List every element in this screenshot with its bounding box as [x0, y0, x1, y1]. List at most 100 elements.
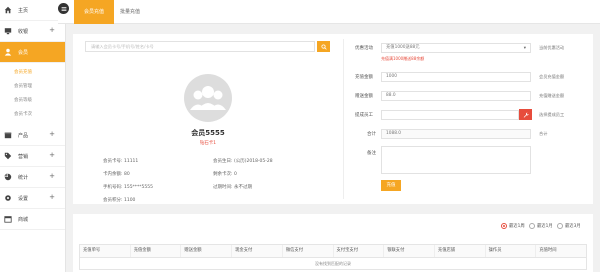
wrench-icon: [523, 112, 529, 118]
user-group-icon: [190, 86, 226, 110]
remark-textarea[interactable]: [381, 146, 531, 174]
tag-icon: [4, 152, 12, 160]
gift-input[interactable]: 88.0: [381, 91, 531, 101]
promo-note: 充值满1000赠送88余额: [381, 56, 425, 61]
plus-icon: +: [49, 151, 55, 159]
filter-last-week[interactable]: 最近1周: [501, 223, 525, 229]
nav-cashier[interactable]: 收银 +: [0, 21, 65, 42]
col-unionpay[interactable]: 银联支付: [384, 245, 435, 257]
sidebar: 主页 收银 + 会员 会员充值 会员管理 会员等级 会员卡次 产品 + 营销 +: [0, 0, 66, 272]
phone-value: 155****5555: [123, 185, 154, 190]
store-icon: [4, 215, 12, 223]
phone-info: 手机号码: 155****5555: [103, 184, 153, 190]
points-value: 1100: [123, 198, 136, 203]
birthday-info: 会员生日: (公历)2018-05-28: [213, 158, 273, 164]
history-table-header: 充值单号 充值金额 赠送金额 现金支付 微信支付 支付宝支付 银联支付 充值店铺…: [79, 244, 587, 258]
search-icon: [320, 43, 327, 50]
recharge-submit-button[interactable]: 充值: [381, 180, 401, 191]
total-value: 1088.0: [381, 129, 531, 139]
amount-hint: 会员充值金额: [539, 74, 565, 79]
points-label: 会员积分:: [103, 198, 123, 203]
home-icon: [4, 6, 12, 14]
search-button[interactable]: [317, 41, 330, 52]
tab-bar: 会员充值 批量充值: [58, 0, 600, 24]
nav-marketing-label: 营销: [18, 153, 29, 160]
filter-last-3-months[interactable]: 最近3月: [557, 223, 581, 229]
submenu-member-count[interactable]: 会员卡次: [0, 108, 65, 122]
filter-last-week-label: 最近1周: [509, 224, 525, 229]
member-search-input[interactable]: 请输入会员卡号/手机号/姓名/卡号: [85, 41, 315, 52]
table-empty-message: 没有找到匹配的记录: [79, 258, 587, 270]
nav-mall[interactable]: 商城: [0, 209, 65, 230]
hamburger-icon: [61, 6, 66, 11]
staff-input[interactable]: [381, 110, 519, 120]
col-order-no[interactable]: 充值单号: [80, 245, 131, 257]
col-alipay[interactable]: 支付宝支付: [334, 245, 385, 257]
menu-toggle-button[interactable]: [58, 3, 69, 14]
gift-hint: 充值赠送金额: [539, 93, 565, 98]
gear-icon: [4, 194, 12, 202]
radio-icon: [557, 223, 563, 229]
count-info: 剩余卡次: 0: [213, 171, 237, 177]
nav-home-label: 主页: [18, 7, 29, 14]
select-staff-button[interactable]: [519, 109, 532, 120]
nav-product-label: 产品: [18, 132, 29, 139]
monitor-icon: [4, 27, 12, 35]
plus-icon: +: [49, 130, 55, 138]
nav-member[interactable]: 会员: [0, 42, 65, 63]
col-gift[interactable]: 赠送金额: [181, 245, 233, 257]
total-label: 合计: [367, 132, 376, 137]
submenu-member-recharge[interactable]: 会员充值: [0, 66, 65, 80]
plus-icon: +: [49, 193, 55, 201]
member-submenu: 会员充值 会员管理 会员等级 会员卡次: [0, 63, 65, 125]
col-time[interactable]: 充值时间: [536, 245, 586, 257]
card-no-value: 11111: [123, 159, 139, 164]
radio-checked-icon: [501, 223, 507, 229]
filter-last-3-months-label: 最近3月: [565, 224, 581, 229]
amount-input[interactable]: 1000: [381, 72, 531, 82]
col-cash[interactable]: 现金支付: [232, 245, 283, 257]
box-icon: [4, 131, 12, 139]
recharge-panel: 请输入会员卡号/手机号/姓名/卡号 会员5555 钻石卡1 会员卡号: 1111…: [73, 34, 593, 204]
amount-label: 充值金额: [355, 75, 373, 80]
promo-hint: 当前优惠活动: [539, 45, 565, 50]
birthday-label: 会员生日:: [213, 159, 233, 164]
nav-mall-label: 商城: [18, 216, 29, 223]
remark-label: 备注: [367, 151, 376, 156]
member-level: 钻石卡1: [199, 141, 217, 146]
nav-member-label: 会员: [18, 49, 29, 56]
promo-select[interactable]: 充值1000送88元 ▾: [381, 43, 531, 53]
tab-member-recharge[interactable]: 会员充值: [74, 0, 115, 24]
nav-settings[interactable]: 设置 +: [0, 188, 65, 209]
nav-marketing[interactable]: 营销 +: [0, 146, 65, 167]
balance-value: 80: [123, 172, 130, 177]
submenu-member-manage[interactable]: 会员管理: [0, 80, 65, 94]
nav-product[interactable]: 产品 +: [0, 125, 65, 146]
points-info: 会员积分: 1100: [103, 197, 135, 203]
plus-icon: +: [49, 172, 55, 180]
balance-info: 卡内余额: 80: [103, 171, 130, 177]
col-store[interactable]: 充值店铺: [435, 245, 486, 257]
radio-icon: [529, 223, 535, 229]
staff-label: 提成员工: [355, 113, 373, 118]
birthday-value: (公历)2018-05-28: [233, 159, 273, 164]
avatar: [184, 74, 232, 122]
nav-home[interactable]: 主页: [0, 0, 65, 21]
caret-down-icon: ▾: [523, 46, 526, 51]
col-wechat[interactable]: 微信支付: [283, 245, 334, 257]
col-operator[interactable]: 操作员: [486, 245, 537, 257]
promo-select-value: 充值1000送88元: [386, 45, 420, 50]
filter-last-month[interactable]: 最近1月: [529, 223, 553, 229]
gift-label: 赠送金额: [355, 94, 373, 99]
nav-stats-label: 统计: [18, 174, 29, 181]
tab-batch-recharge[interactable]: 批量充值: [110, 0, 150, 24]
nav-settings-label: 设置: [18, 195, 29, 202]
expire-value: 永不过期: [233, 185, 252, 190]
member-name: 会员5555: [191, 129, 225, 137]
nav-stats[interactable]: 统计 +: [0, 167, 65, 188]
panel-divider: [343, 39, 344, 199]
col-amount[interactable]: 充值金额: [131, 245, 182, 257]
card-no-info: 会员卡号: 11111: [103, 158, 138, 164]
promo-label: 优惠活动: [355, 46, 373, 51]
submenu-member-level[interactable]: 会员等级: [0, 94, 65, 108]
